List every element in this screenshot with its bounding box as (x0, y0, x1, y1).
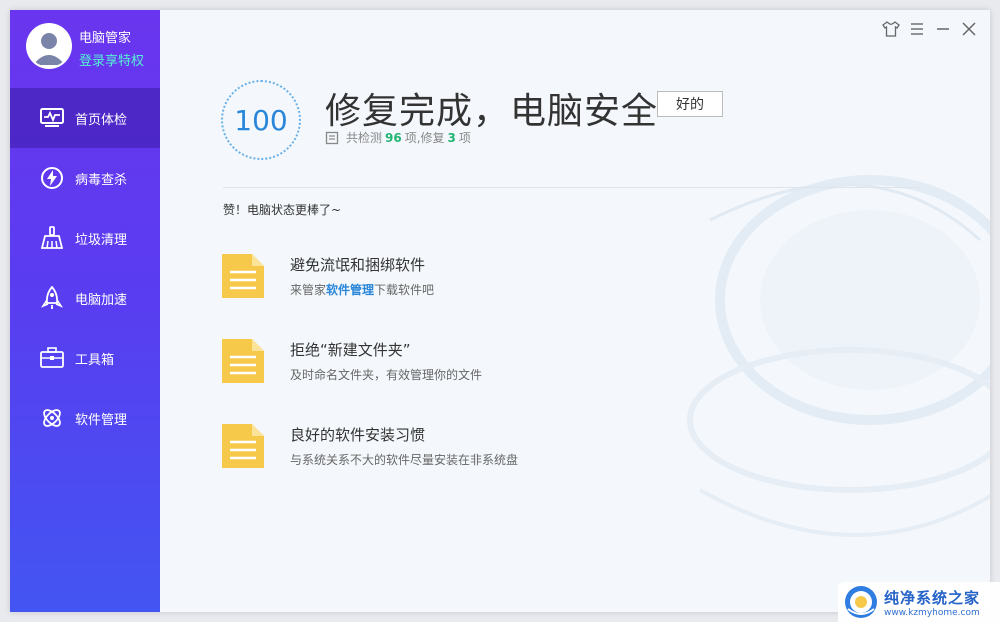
profile-name: 电脑管家 (79, 31, 132, 46)
close-icon[interactable] (960, 20, 978, 38)
sidebar-item-speed-up[interactable]: 电脑加速 (10, 268, 160, 328)
health-score: 100 (234, 103, 288, 137)
watermark-url: www.kzmyhome.com (884, 607, 980, 618)
rocket-icon (39, 285, 65, 310)
tip-desc: 来管家软件管理下载软件吧 (290, 281, 434, 298)
tip-item: 避免流氓和捆绑软件 来管家软件管理下载软件吧 (220, 252, 820, 312)
watermark-logo-icon (845, 586, 877, 618)
tip-item: 拒绝“新建文件夹” 及时命名文件夹，有效管理你的文件 (220, 337, 820, 397)
tip-title: 避免流氓和捆绑软件 (290, 256, 426, 274)
tip-desc-text: 来管家 (290, 283, 327, 297)
divider (223, 187, 921, 188)
sidebar-item-virus-scan[interactable]: 病毒查杀 (10, 148, 160, 208)
document-icon (222, 254, 264, 298)
window-controls (882, 20, 978, 38)
praise-text: 赞！电脑状态更棒了~ (223, 203, 342, 217)
sidebar-item-toolbox[interactable]: 工具箱 (10, 328, 160, 388)
main-panel: 100 修复完成，电脑安全 好的 共检测 96 项,修复 3 项 赞！电脑状态更… (160, 10, 990, 612)
tip-desc: 与系统关系不大的软件尽量安装在非系统盘 (290, 453, 519, 467)
watermark-title: 纯净系统之家 (884, 588, 981, 607)
sidebar: 电脑管家 登录享特权 首页体检 病毒查杀 垃圾清理 电脑加速 工具箱 软件管理 (10, 10, 160, 612)
sidebar-item-home-checkup[interactable]: 首页体检 (10, 88, 160, 148)
report-icon (325, 131, 339, 144)
scan-stats: 共检测 96 项,修复 3 项 (325, 129, 471, 146)
tip-desc: 及时命名文件夹，有效管理你的文件 (290, 368, 483, 382)
skin-icon[interactable] (882, 20, 900, 38)
sidebar-item-junk-clean[interactable]: 垃圾清理 (10, 208, 160, 268)
tip-title: 良好的软件安装习惯 (290, 426, 426, 444)
ok-button[interactable]: 好的 (657, 91, 723, 117)
software-icon (39, 406, 65, 430)
document-icon (222, 339, 264, 383)
sidebar-item-label: 首页体检 (75, 113, 128, 128)
stats-mid: 项,修复 (404, 131, 445, 145)
app-window: 电脑管家 登录享特权 首页体检 病毒查杀 垃圾清理 电脑加速 工具箱 软件管理 … (10, 10, 990, 612)
stats-prefix: 共检测 (346, 131, 383, 145)
menu-icon[interactable] (908, 20, 926, 38)
sidebar-nav: 首页体检 病毒查杀 垃圾清理 电脑加速 工具箱 软件管理 (10, 88, 160, 448)
minimize-icon[interactable] (934, 20, 952, 38)
login-link[interactable]: 登录享特权 (79, 50, 144, 69)
tip-desc-text: 下载软件吧 (374, 283, 435, 297)
tip-title: 拒绝“新建文件夹” (290, 341, 411, 359)
sidebar-item-label: 工具箱 (75, 353, 115, 368)
toolbox-icon (39, 346, 65, 370)
document-icon (222, 424, 264, 468)
watermark-text: 纯净系统之家 www.kzmyhome.com (884, 587, 980, 618)
sidebar-item-software-manager[interactable]: 软件管理 (10, 388, 160, 448)
stats-suffix: 项 (458, 131, 471, 145)
sidebar-item-label: 电脑加速 (75, 293, 128, 308)
profile-area: 电脑管家 登录享特权 (10, 10, 160, 86)
lightning-shield-icon (39, 166, 65, 190)
user-avatar-icon (28, 25, 70, 67)
avatar[interactable] (26, 23, 72, 69)
score-circle: 100 (221, 80, 301, 160)
monitor-icon (39, 106, 65, 130)
tip-item: 良好的软件安装习惯 与系统关系不大的软件尽量安装在非系统盘 (220, 422, 820, 482)
sidebar-item-label: 病毒查杀 (75, 173, 128, 188)
software-manager-link[interactable]: 软件管理 (326, 283, 374, 297)
checked-count: 96 (385, 130, 402, 145)
sidebar-item-label: 软件管理 (75, 413, 128, 428)
broom-icon (39, 226, 65, 250)
fixed-count: 3 (447, 130, 456, 145)
result-headline: 修复完成，电脑安全 (325, 91, 659, 132)
site-watermark: 纯净系统之家 www.kzmyhome.com (838, 582, 1000, 622)
sidebar-item-label: 垃圾清理 (75, 233, 128, 248)
